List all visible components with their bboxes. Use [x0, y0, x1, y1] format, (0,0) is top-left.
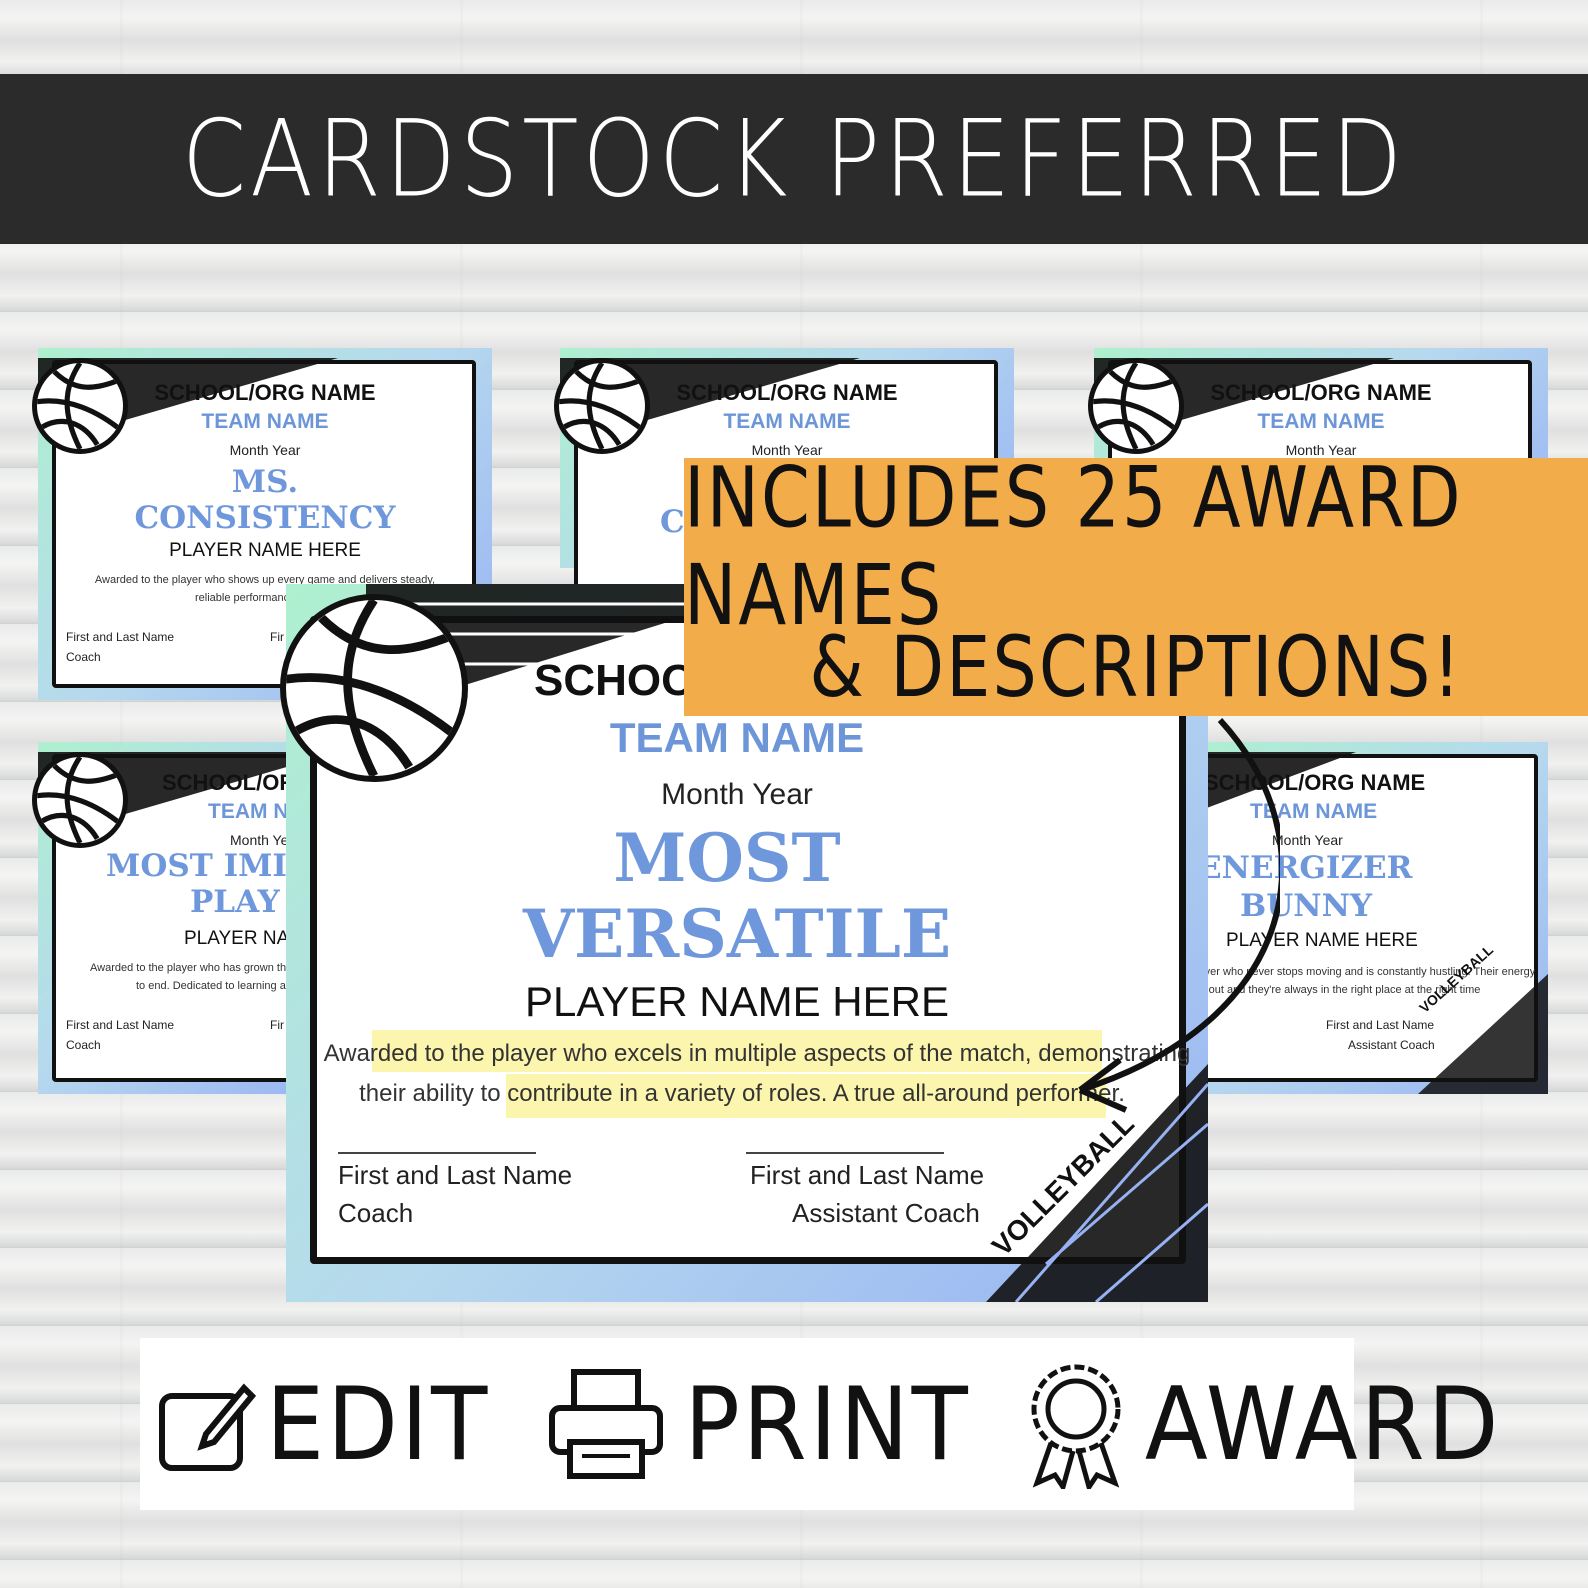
- award-names-banner-line1: INCLUDES 25 AWARD NAMES: [684, 448, 1463, 644]
- volleyball-icon: [32, 752, 128, 848]
- printer-icon: [549, 1369, 664, 1479]
- org-name: SCHOO: [534, 656, 696, 705]
- org-name: SCHOOL/ORG NAME: [1210, 380, 1432, 405]
- signature-name: First and Last Name: [66, 1018, 175, 1032]
- top-banner: CARDSTOCK PREFERRED: [0, 74, 1588, 244]
- signature-name: First and Last Name: [1326, 1018, 1435, 1032]
- volleyball-icon: [554, 358, 650, 454]
- award-title-line1: MS.: [231, 464, 299, 500]
- team-name: TEAM NAME: [201, 410, 329, 433]
- signature-line-2: [746, 1152, 944, 1154]
- player-name: PLAYER NAME HERE: [169, 540, 361, 561]
- signature-name-2: Fir: [270, 630, 284, 644]
- team-name: TEAM NAME: [1257, 410, 1385, 433]
- award-names-banner: INCLUDES 25 AWARD NAMES & DESCRIPTIONS!: [684, 450, 1588, 717]
- org-name: SCHOOL/ORG NAME: [154, 380, 376, 405]
- top-banner-text: CARDSTOCK PREFERRED: [181, 97, 1407, 221]
- signature-name: First and Last Name: [338, 1160, 573, 1190]
- description-line1: Awarded to the player who has grown the: [90, 962, 293, 974]
- signature-role: Coach: [338, 1198, 414, 1228]
- signature-role: Assistant Coach: [1348, 1038, 1435, 1052]
- signature-name-2: First and Last Name: [750, 1160, 985, 1190]
- signature-line-1: [338, 1152, 536, 1154]
- step-print-label: PRINT: [684, 1365, 971, 1483]
- signature-name: First and Last Name: [66, 630, 175, 644]
- award-title-line2: CONSISTENCY: [134, 500, 396, 536]
- award-ribbon-icon: [1031, 1364, 1121, 1489]
- signature-role: Coach: [66, 650, 101, 664]
- volleyball-icon: [1088, 358, 1184, 454]
- org-name: SCHOOL/ORG NAME: [676, 380, 898, 405]
- team-name: TEAM NAME: [723, 410, 851, 433]
- step-print: PRINT: [546, 1364, 971, 1484]
- month-year: Month Year: [1272, 832, 1343, 848]
- month-year: Month Year: [229, 442, 301, 458]
- edit-icon: [159, 1383, 256, 1471]
- step-award-label: AWARD: [1144, 1365, 1502, 1483]
- steps-bar: EDIT PRINT AWARD: [140, 1338, 1498, 1510]
- step-edit-label: EDIT: [266, 1365, 491, 1483]
- award-names-banner-line2: & DESCRIPTIONS!: [809, 618, 1463, 717]
- curved-arrow: [1078, 717, 1280, 1113]
- signature-role-2: Assistant Coach: [792, 1198, 980, 1228]
- award-title-partial: C: [660, 504, 685, 540]
- volleyball-icon: [32, 358, 128, 454]
- step-edit: EDIT: [156, 1365, 490, 1483]
- step-award: AWARD: [1021, 1359, 1502, 1489]
- signature-role: Coach: [66, 1038, 101, 1052]
